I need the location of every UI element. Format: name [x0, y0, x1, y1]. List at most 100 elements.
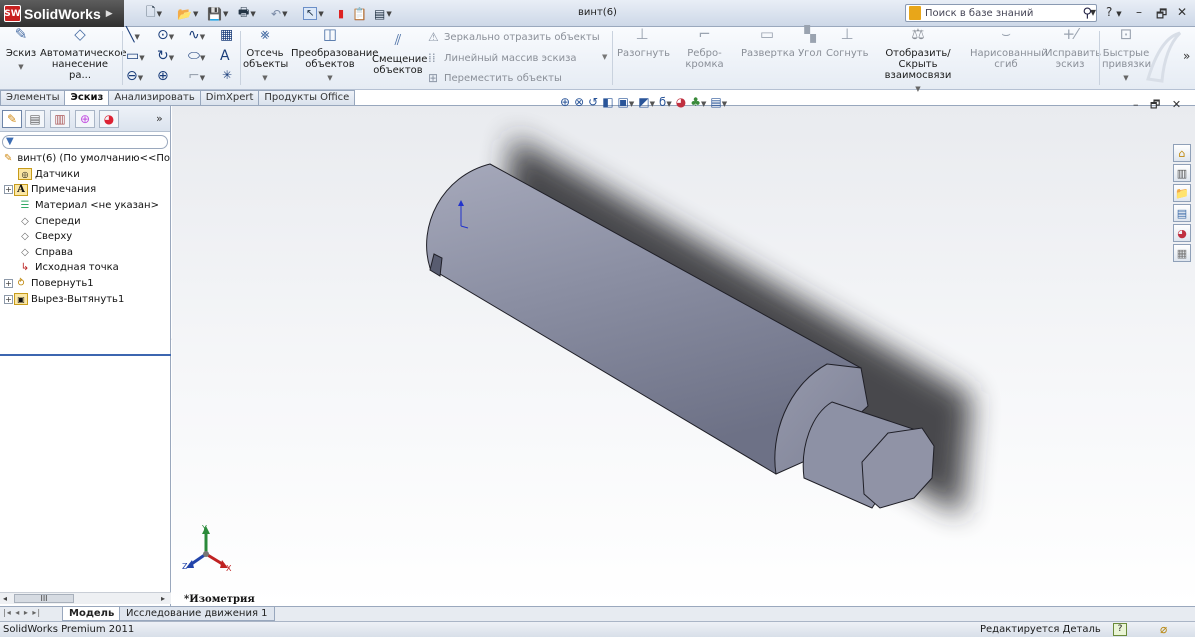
knowledge-search[interactable]: Поиск в базе знаний ⚲ — [905, 4, 1097, 22]
sketch-button[interactable]: ✎ Эскиз ▼ — [4, 27, 38, 73]
model-canvas[interactable] — [172, 106, 1195, 606]
rebuild-button[interactable]: ▮ — [338, 5, 344, 22]
ellipse-tool[interactable]: ⬭▼ — [188, 48, 205, 64]
feature-manager-icon[interactable]: ✎ — [2, 110, 22, 128]
menu-expand-icon[interactable]: ▶ — [106, 9, 113, 19]
tree-root-part[interactable]: ✎ винт(6) (По умолчанию<<По — [0, 151, 170, 167]
tab-model[interactable]: Модель — [62, 607, 122, 621]
arc-tool[interactable]: ↻▼ — [157, 48, 174, 64]
tree-horizontal-scrollbar[interactable]: ◂ III ▸ — [0, 592, 171, 604]
dimxpert-manager-icon[interactable]: ⊕ — [75, 110, 95, 128]
chevron-down-icon[interactable]: ▼ — [318, 10, 323, 18]
view-settings-icon[interactable]: ▤▼ — [710, 95, 727, 109]
linear-pattern-button[interactable]: ⁞⁞ Линейный массив эскиза — [428, 51, 577, 65]
tab-office-products[interactable]: Продукты Office — [258, 90, 356, 106]
fillet-tool[interactable]: ⌐▼ — [188, 68, 205, 84]
flatten-button[interactable]: ▭ Развертка — [741, 27, 795, 60]
new-document-button[interactable]: 🗋 ▼ — [146, 5, 162, 22]
chevron-down-icon[interactable]: ▼ — [386, 10, 391, 18]
open-button[interactable]: 📂 ▼ — [177, 5, 198, 22]
chevron-down-icon[interactable]: ▼ — [291, 73, 369, 84]
tree-item-right-plane[interactable]: ◇ Справа — [0, 245, 170, 261]
tree-item-revolve1[interactable]: + ⥁ Повернуть1 — [0, 276, 170, 292]
file-explorer-icon[interactable]: 📁 — [1173, 184, 1191, 202]
search-input[interactable]: Поиск в базе знаний — [925, 8, 1082, 19]
move-entities-button[interactable]: ⊞ Переместить объекты — [428, 71, 562, 85]
appearance-icon[interactable]: ◕ — [676, 95, 686, 109]
tab-motion-study[interactable]: Исследование движения 1 — [119, 607, 275, 621]
edge-flange-button[interactable]: ⌐ Ребро-кромка — [671, 27, 738, 71]
rectangle-tool[interactable]: ▭▼ — [126, 48, 145, 64]
custom-properties-icon[interactable]: ▦ — [1173, 244, 1191, 262]
chevron-down-icon[interactable]: ▼ — [200, 33, 205, 41]
restore-icon[interactable]: 🗗 — [1156, 5, 1167, 26]
chevron-down-icon[interactable]: ▼ — [169, 33, 174, 41]
save-button[interactable]: 💾 ▼ — [207, 5, 228, 22]
display-relations-button[interactable]: ⚖ Отобразить/Скрыть взаимосвязи ▼ — [871, 27, 965, 95]
tree-item-material[interactable]: ☰ Материал <не указан> — [0, 198, 170, 214]
view-orientation-icon[interactable]: ▣▼ — [618, 95, 635, 109]
restore-icon[interactable]: 🗗 — [1150, 98, 1160, 111]
tab-dimxpert[interactable]: DimXpert — [199, 90, 260, 106]
circle-tool[interactable]: ⊙▼ — [157, 27, 174, 43]
trim-entities-button[interactable]: ⨳ Отсечь объекты ▼ — [243, 27, 288, 84]
design-library-icon[interactable]: ▥ — [1173, 164, 1191, 182]
property-manager-icon[interactable]: ▤ — [25, 110, 45, 128]
text-tool[interactable]: ▦ — [220, 27, 233, 43]
point-tool[interactable]: ✳ — [222, 68, 232, 82]
chevron-down-icon[interactable]: ▼ — [4, 62, 38, 73]
minimize-icon[interactable]: – — [1133, 98, 1139, 111]
corner-button[interactable]: ▚ Угол — [796, 27, 824, 60]
tree-item-front-plane[interactable]: ◇ Спереди — [0, 213, 170, 229]
chevron-down-icon[interactable]: ▼ — [139, 54, 144, 62]
unfold-button[interactable]: ⊥ Разогнуть — [617, 27, 670, 60]
tab-evaluate[interactable]: Анализировать — [108, 90, 201, 106]
graphics-area[interactable]: Y X Z *Изометрия — [172, 106, 1195, 606]
chevron-down-icon[interactable]: ▼ — [200, 54, 205, 62]
solidworks-resources-icon[interactable]: ⌂ — [1173, 144, 1191, 162]
smart-dimension-button[interactable]: ◇ Автоматическое нанесение ра... — [40, 27, 127, 82]
clip-icon[interactable]: ⌀ — [1160, 622, 1167, 637]
chevron-down-icon[interactable]: ▼ — [138, 74, 143, 82]
chevron-down-icon[interactable]: ▼ — [157, 10, 162, 18]
options-button[interactable]: ▤ ▼ — [374, 5, 392, 22]
rollback-bar[interactable] — [0, 354, 171, 356]
chevron-down-icon[interactable]: ▼ — [250, 10, 255, 18]
offset-entities-button[interactable]: ⫽ Смещение объектов — [372, 29, 427, 77]
chevron-down-icon[interactable]: ▼ — [134, 33, 139, 41]
fold-button[interactable]: ⊥ Согнуть — [826, 27, 869, 60]
view-triad[interactable] — [186, 526, 228, 568]
search-dropdown-icon[interactable]: ▾ — [1090, 5, 1096, 19]
expand-icon[interactable]: + — [4, 294, 13, 304]
hide-show-items-icon[interactable]: ϭ▼ — [659, 95, 672, 109]
mirror-entities-button[interactable]: ⚠ Зеркально отразить объекты — [428, 30, 600, 44]
zoom-area-icon[interactable]: ⊗ — [574, 95, 584, 109]
select-button[interactable]: ↖ ▼ — [303, 5, 324, 22]
text-sketch-tool[interactable]: A — [220, 48, 230, 64]
sketched-bend-button[interactable]: ⌣ Нарисованный сгиб — [970, 27, 1048, 71]
print-button[interactable]: 🖶 ▼ — [238, 5, 256, 22]
convert-entities-button[interactable]: ◫ Преобразование объектов ▼ — [291, 27, 378, 84]
scroll-thumb[interactable]: III — [14, 594, 74, 603]
tree-item-cut-extrude1[interactable]: + ▣ Вырез-Вытянуть1 — [0, 291, 170, 307]
scroll-right-icon[interactable]: ▸ — [161, 594, 165, 603]
tree-filter-input[interactable]: ▼ — [2, 135, 168, 149]
quick-tips-icon[interactable]: ? — [1113, 623, 1127, 636]
line-tool[interactable]: ╲▼ — [126, 27, 140, 43]
chevron-down-icon[interactable]: ▼ — [223, 10, 228, 18]
tree-item-sensors[interactable]: ◎ Датчики — [0, 167, 170, 183]
tab-navigation-arrows[interactable]: |◂ ◂ ▸ ▸| — [3, 608, 41, 617]
chevron-down-icon[interactable]: ▼ — [169, 54, 174, 62]
previous-view-icon[interactable]: ↺ — [588, 95, 598, 109]
chevron-down-icon[interactable]: ▼ — [200, 74, 205, 82]
app-menu-logo[interactable]: SW SolidWorks ▶ — [0, 0, 124, 27]
expand-panel-icon[interactable]: » — [156, 112, 163, 125]
spline-tool[interactable]: ∿▼ — [188, 27, 205, 43]
help-icon[interactable]: ? ▼ — [1106, 5, 1122, 19]
scroll-left-icon[interactable]: ◂ — [3, 594, 7, 603]
close-icon[interactable]: ✕ — [1177, 5, 1187, 19]
appearances-icon[interactable]: ◕ — [1173, 224, 1191, 242]
polygon-tool[interactable]: ⊕ — [157, 68, 169, 84]
chevron-down-icon[interactable]: ▼ — [602, 53, 607, 61]
chevron-down-icon[interactable]: ▼ — [871, 84, 965, 95]
